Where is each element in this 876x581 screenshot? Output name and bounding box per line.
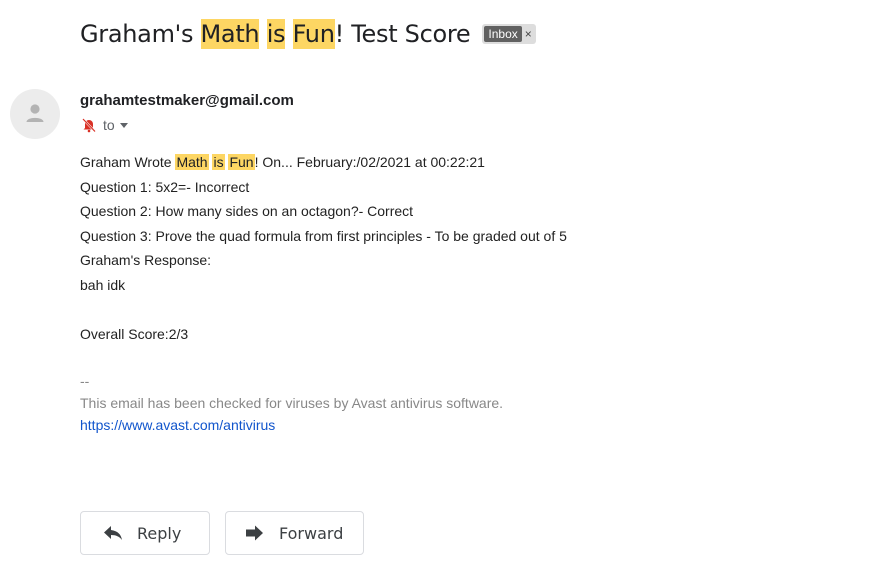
sender-avatar[interactable] (10, 89, 60, 139)
subject-prefix: Graham's (80, 20, 201, 48)
body-line: Question 3: Prove the quad formula from … (80, 227, 567, 244)
body-blank-line (80, 297, 567, 322)
muted-notification-icon (82, 118, 96, 133)
signature-note: This email has been checked for viruses … (80, 395, 504, 411)
body-text-segment: ! On... February:/02/2021 at 00:22:21 (254, 154, 485, 170)
subject-title: Graham's Math is Fun! Test Score (80, 19, 471, 49)
body-highlight: Math (175, 154, 209, 170)
reply-label: Reply (137, 523, 182, 543)
person-icon (26, 104, 44, 122)
avast-link[interactable]: https://www.avast.com/antivirus (80, 417, 275, 433)
recipient-line[interactable]: to (80, 116, 128, 134)
inbox-label-text: Inbox (484, 26, 522, 42)
signature-separator: -- (80, 373, 90, 389)
email-body: Graham Wrote Math is Fun! On... February… (80, 150, 567, 346)
body-highlight: Fun (228, 154, 255, 170)
body-line: bah idk (80, 276, 126, 293)
body-highlight: is (212, 154, 225, 170)
to-label: to (103, 117, 115, 133)
forward-button[interactable]: Forward (225, 511, 364, 555)
email-signature: -- This email has been checked for virus… (80, 370, 503, 436)
remove-label-icon[interactable]: × (524, 27, 536, 41)
sender-email[interactable]: grahamtestmaker@gmail.com (80, 92, 294, 109)
body-line: Question 1: 5x2=- Incorrect (80, 178, 250, 195)
body-text-segment: Graham Wrote (80, 154, 176, 170)
email-subject: Graham's Math is Fun! Test Score Inbox × (80, 16, 536, 52)
body-line: Question 2: How many sides on an octagon… (80, 203, 414, 219)
forward-icon (246, 525, 263, 541)
reply-icon (104, 526, 122, 540)
forward-label: Forward (279, 523, 344, 543)
subject-suffix: ! Test Score (334, 20, 471, 48)
body-line: Graham's Response: (80, 252, 212, 268)
subject-space (285, 20, 292, 48)
subject-space (259, 20, 266, 48)
reply-button[interactable]: Reply (80, 511, 210, 555)
inbox-label-chip[interactable]: Inbox × (482, 24, 536, 44)
body-line: Graham Wrote Math is Fun! On... February… (80, 150, 567, 175)
subject-highlight: is (266, 19, 286, 49)
subject-highlight: Fun (292, 19, 335, 49)
subject-highlight: Math (200, 19, 260, 49)
overall-score: Overall Score:2/3 (80, 325, 189, 342)
chevron-down-icon[interactable] (119, 122, 128, 128)
